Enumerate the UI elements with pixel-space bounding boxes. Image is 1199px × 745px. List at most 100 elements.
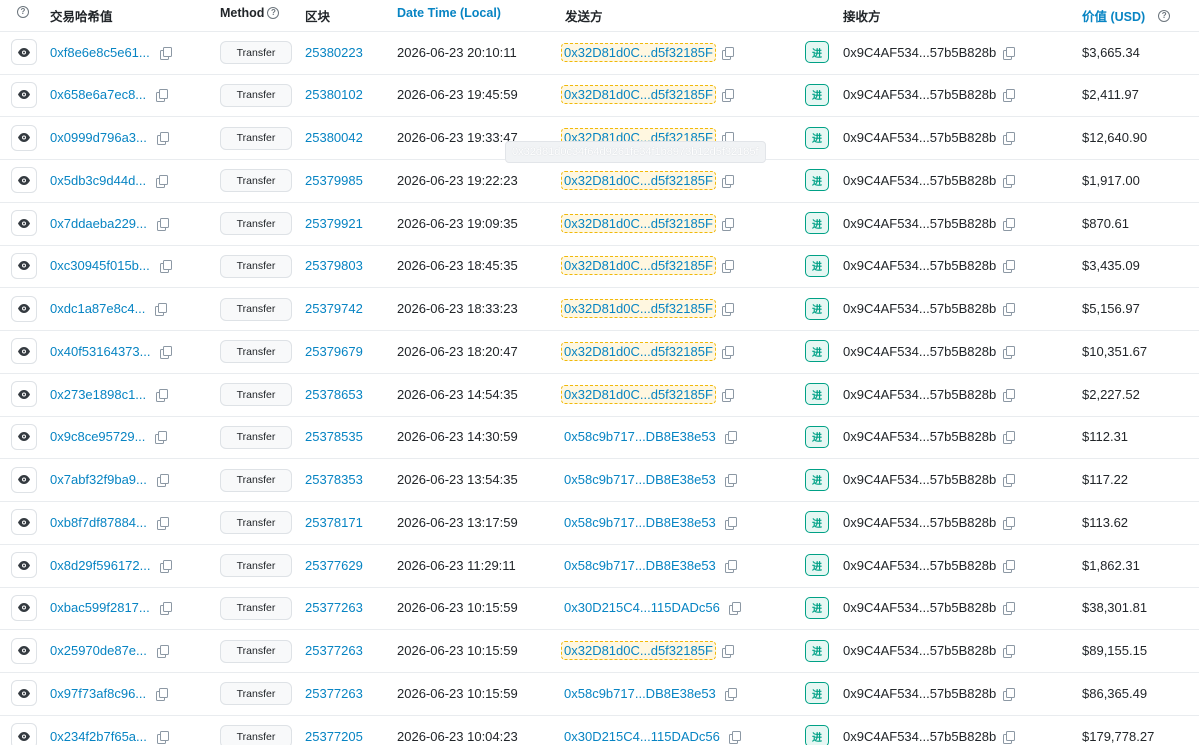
- block-link[interactable]: 25380102: [305, 87, 363, 102]
- block-link[interactable]: 25379742: [305, 301, 363, 316]
- block-link[interactable]: 25377263: [305, 643, 363, 658]
- copy-icon[interactable]: [728, 730, 741, 744]
- from-address-link[interactable]: 0x58c9b717...DB8E38e53: [561, 514, 719, 531]
- copy-icon[interactable]: [156, 388, 169, 402]
- copy-icon[interactable]: [160, 559, 173, 573]
- block-link[interactable]: 25379921: [305, 216, 363, 231]
- copy-icon[interactable]: [156, 516, 169, 530]
- from-address-link[interactable]: 0x32D81d0C...d5f32185F: [561, 641, 716, 660]
- block-link[interactable]: 25378353: [305, 472, 363, 487]
- from-address-link[interactable]: 0x32D81d0C...d5f32185F: [561, 170, 716, 190]
- tx-hash-link[interactable]: 0x273e1898c1...: [50, 387, 146, 402]
- eye-icon[interactable]: [11, 594, 37, 621]
- eye-icon[interactable]: [11, 210, 37, 236]
- eye-icon[interactable]: [11, 81, 37, 108]
- tx-hash-link[interactable]: 0x9c8ce95729...: [50, 429, 145, 444]
- eye-icon[interactable]: [11, 723, 37, 745]
- block-link[interactable]: 25378535: [305, 429, 363, 444]
- copy-icon[interactable]: [155, 431, 168, 445]
- from-address-link[interactable]: 0x32D81d0C...d5f32185F: [561, 213, 716, 233]
- eye-icon[interactable]: [11, 252, 37, 279]
- from-address-link[interactable]: 0x58c9b717...DB8E38e53: [561, 428, 719, 445]
- tx-hash-link[interactable]: 0x5db3c9d44d...: [50, 173, 146, 188]
- block-link[interactable]: 25378171: [305, 515, 363, 530]
- tx-hash-link[interactable]: 0x40f53164373...: [50, 344, 150, 359]
- eye-icon[interactable]: [11, 552, 37, 578]
- block-link[interactable]: 25379679: [305, 344, 363, 359]
- copy-icon[interactable]: [724, 687, 737, 701]
- block-link[interactable]: 25377629: [305, 558, 363, 573]
- copy-icon[interactable]: [1003, 559, 1016, 573]
- tx-hash-link[interactable]: 0x0999d796a3...: [50, 130, 147, 145]
- eye-icon[interactable]: [11, 295, 37, 322]
- copy-icon[interactable]: [1003, 431, 1016, 445]
- copy-icon[interactable]: [721, 345, 734, 359]
- block-link[interactable]: 25377205: [305, 729, 363, 744]
- copy-icon[interactable]: [1003, 46, 1016, 60]
- tx-hash-link[interactable]: 0xb8f7df87884...: [50, 515, 147, 530]
- from-address-link[interactable]: 0x30D215C4...115DADc56: [561, 599, 723, 616]
- eye-icon[interactable]: [11, 338, 37, 365]
- copy-icon[interactable]: [156, 132, 169, 145]
- tx-hash-link[interactable]: 0x7abf32f9ba9...: [50, 472, 147, 487]
- eye-icon[interactable]: [11, 39, 37, 65]
- tx-hash-link[interactable]: 0x97f73af8c96...: [50, 686, 146, 701]
- tx-hash-link[interactable]: 0xc30945f015b...: [50, 258, 150, 273]
- copy-icon[interactable]: [724, 474, 737, 487]
- copy-icon[interactable]: [156, 645, 169, 658]
- block-link[interactable]: 25377263: [305, 600, 363, 615]
- eye-icon[interactable]: [11, 423, 37, 450]
- header-help-icon[interactable]: ?: [17, 6, 29, 18]
- copy-icon[interactable]: [1003, 645, 1016, 658]
- copy-icon[interactable]: [1003, 516, 1016, 530]
- copy-icon[interactable]: [1003, 602, 1016, 616]
- copy-icon[interactable]: [160, 345, 173, 359]
- tx-hash-link[interactable]: 0x7ddaeba229...: [50, 216, 147, 231]
- copy-icon[interactable]: [721, 217, 734, 231]
- from-address-link[interactable]: 0x30D215C4...115DADc56: [561, 728, 723, 745]
- copy-icon[interactable]: [156, 730, 169, 744]
- eye-icon[interactable]: [11, 124, 37, 151]
- eye-icon[interactable]: [11, 680, 37, 707]
- eye-icon[interactable]: [11, 637, 37, 664]
- header-value-label[interactable]: 价值 (USD): [1082, 6, 1145, 25]
- from-address-link[interactable]: 0x58c9b717...DB8E38e53: [561, 471, 719, 488]
- block-link[interactable]: 25379985: [305, 173, 363, 188]
- from-address-link[interactable]: 0x32D81d0C...d5f32185F: [561, 256, 716, 276]
- copy-icon[interactable]: [156, 174, 169, 188]
- copy-icon[interactable]: [721, 89, 734, 103]
- copy-icon[interactable]: [1003, 260, 1016, 274]
- block-link[interactable]: 25380223: [305, 45, 363, 60]
- tx-hash-link[interactable]: 0x234f2b7f65a...: [50, 729, 147, 744]
- tx-hash-link[interactable]: 0xdc1a87e8c4...: [50, 301, 145, 316]
- copy-icon[interactable]: [724, 516, 737, 530]
- header-value[interactable]: 价值 (USD) ?: [1082, 6, 1171, 25]
- question-circle-icon[interactable]: ?: [17, 6, 29, 18]
- tx-hash-link[interactable]: 0x25970de87e...: [50, 643, 147, 658]
- from-address-link[interactable]: 0x32D81d0C...d5f32185F: [561, 299, 716, 318]
- from-address-link[interactable]: 0x58c9b717...DB8E38e53: [561, 557, 719, 574]
- copy-icon[interactable]: [156, 217, 169, 231]
- copy-icon[interactable]: [721, 174, 734, 188]
- question-circle-icon[interactable]: ?: [1158, 9, 1171, 22]
- copy-icon[interactable]: [1003, 132, 1016, 145]
- header-datetime[interactable]: Date Time (Local): [397, 6, 501, 20]
- tx-hash-link[interactable]: 0xbac599f2817...: [50, 600, 150, 615]
- from-address-link[interactable]: 0x32D81d0C...d5f32185F: [561, 42, 716, 62]
- copy-icon[interactable]: [159, 260, 172, 274]
- question-circle-icon[interactable]: ?: [267, 7, 280, 19]
- copy-icon[interactable]: [1003, 474, 1016, 487]
- copy-icon[interactable]: [1003, 303, 1016, 316]
- copy-icon[interactable]: [1003, 217, 1016, 231]
- copy-icon[interactable]: [1003, 687, 1016, 701]
- block-link[interactable]: 25379803: [305, 258, 363, 273]
- copy-icon[interactable]: [1003, 174, 1016, 188]
- copy-icon[interactable]: [159, 46, 172, 60]
- eye-icon[interactable]: [11, 509, 37, 536]
- copy-icon[interactable]: [721, 388, 734, 402]
- copy-icon[interactable]: [724, 431, 737, 445]
- copy-icon[interactable]: [159, 602, 172, 616]
- eye-icon[interactable]: [11, 466, 37, 493]
- from-address-link[interactable]: 0x58c9b717...DB8E38e53: [561, 685, 719, 702]
- copy-icon[interactable]: [1003, 388, 1016, 402]
